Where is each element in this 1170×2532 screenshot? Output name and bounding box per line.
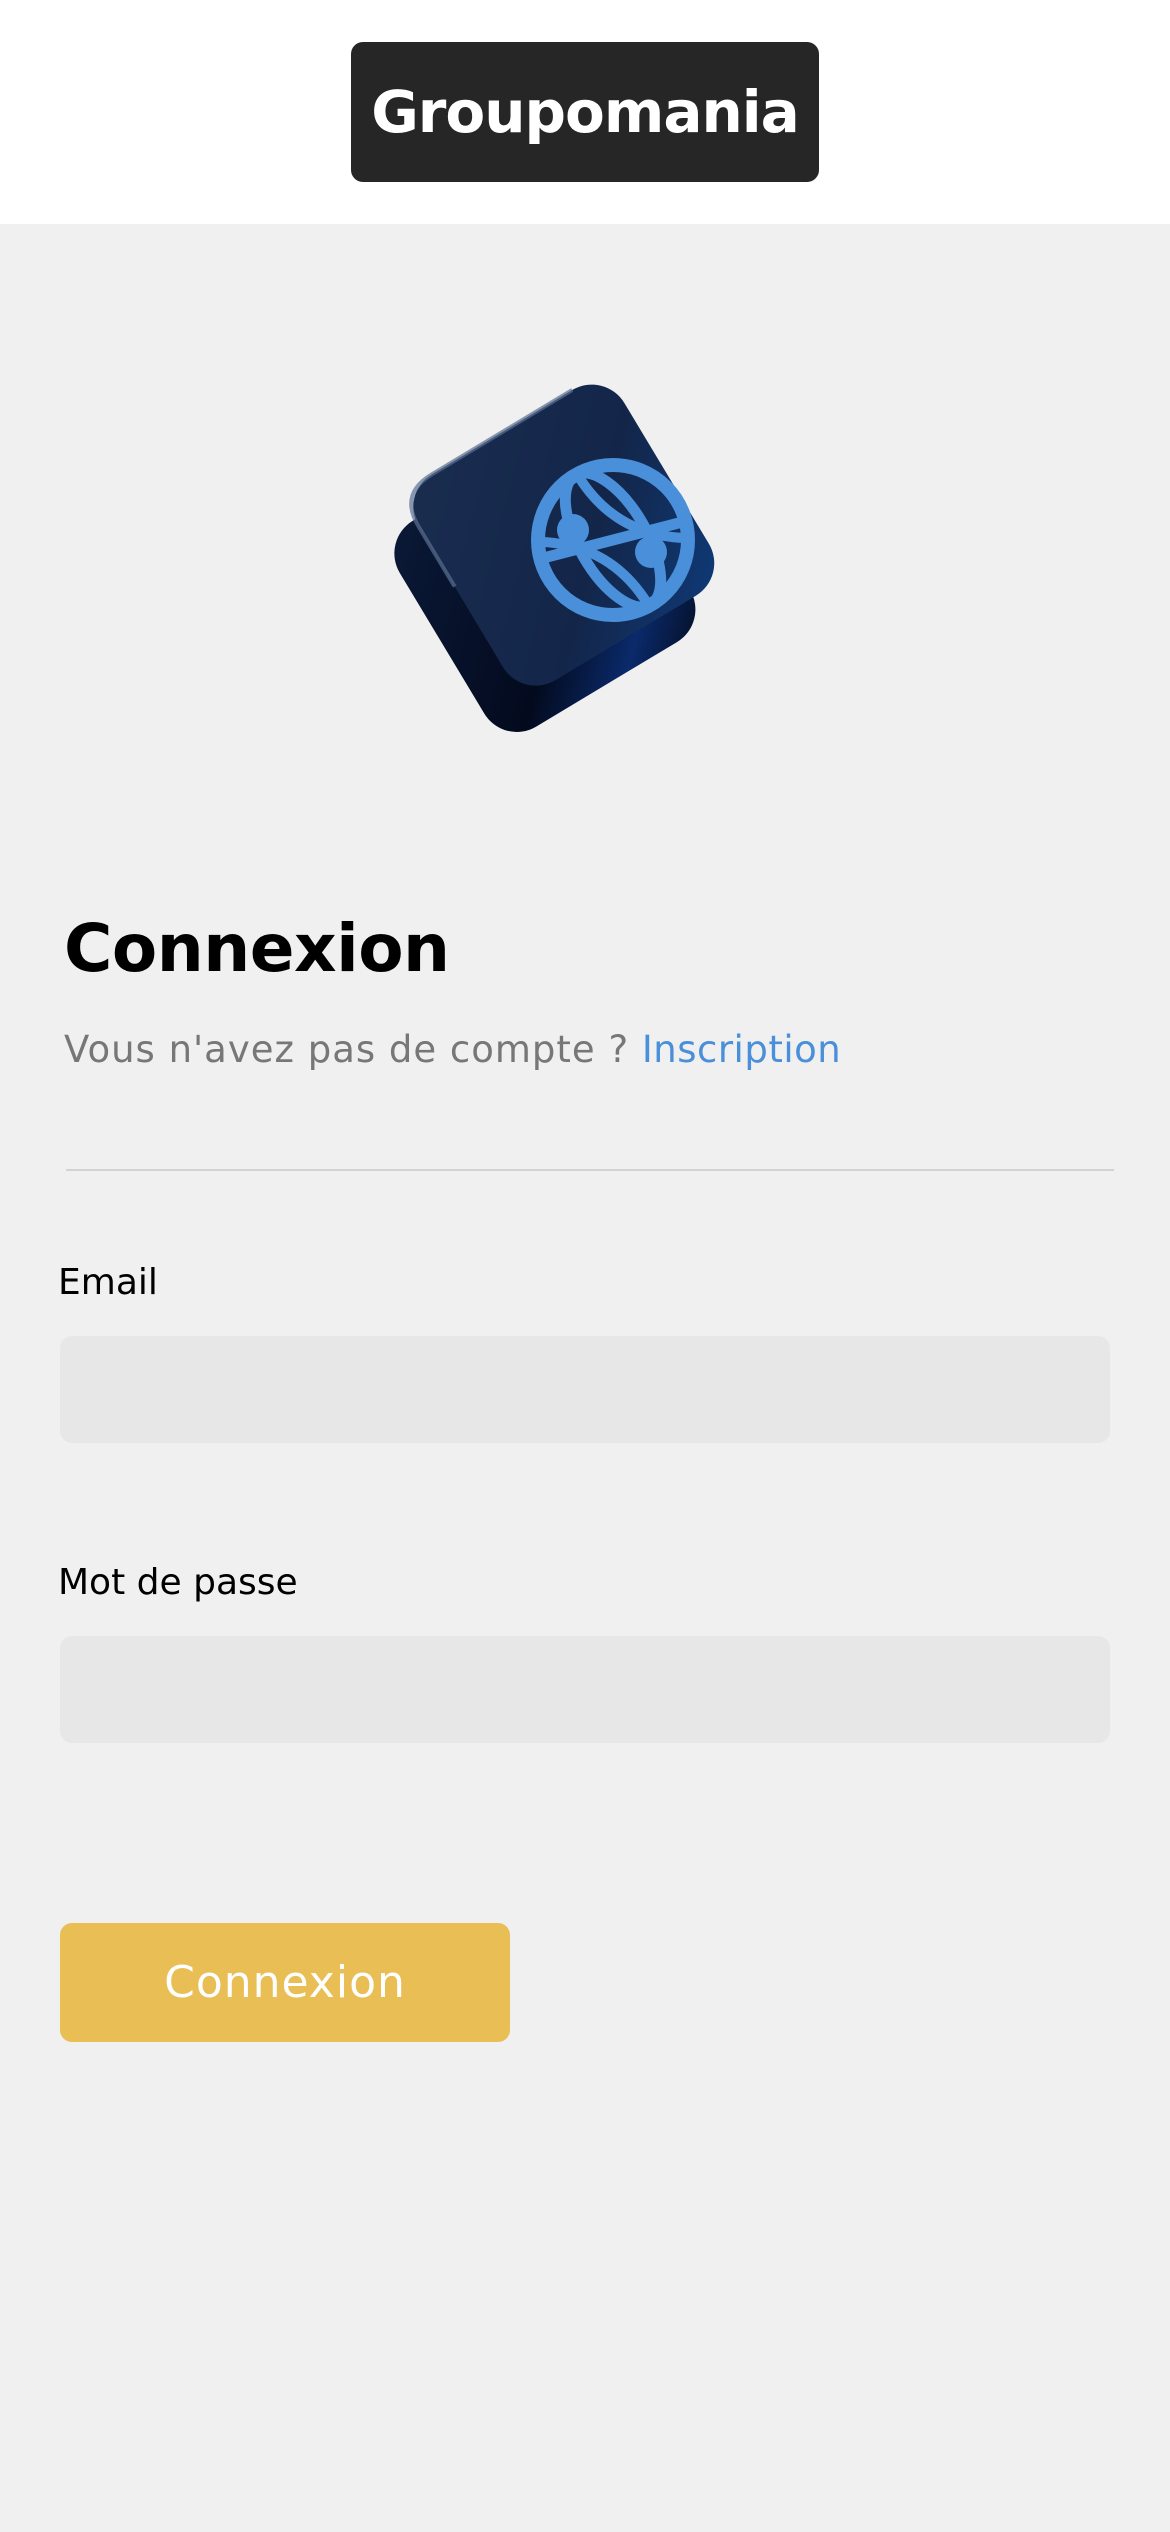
password-label: Mot de passe	[58, 1562, 298, 1603]
brand-logo[interactable]: Groupomania	[351, 42, 819, 182]
login-button[interactable]: Connexion	[60, 1923, 510, 2042]
page-title: Connexion	[64, 910, 450, 987]
password-field[interactable]	[60, 1636, 1110, 1743]
app-logo	[360, 330, 810, 780]
divider	[66, 1169, 1114, 1171]
signup-prompt-text: Vous n'avez pas de compte ?	[64, 1028, 642, 1071]
signup-prompt: Vous n'avez pas de compte ? Inscription	[64, 1028, 841, 1071]
signup-link[interactable]: Inscription	[642, 1028, 841, 1071]
top-header: Groupomania	[0, 0, 1170, 224]
email-field[interactable]	[60, 1336, 1110, 1443]
email-label: Email	[58, 1262, 158, 1303]
globe-network-icon	[394, 384, 715, 732]
